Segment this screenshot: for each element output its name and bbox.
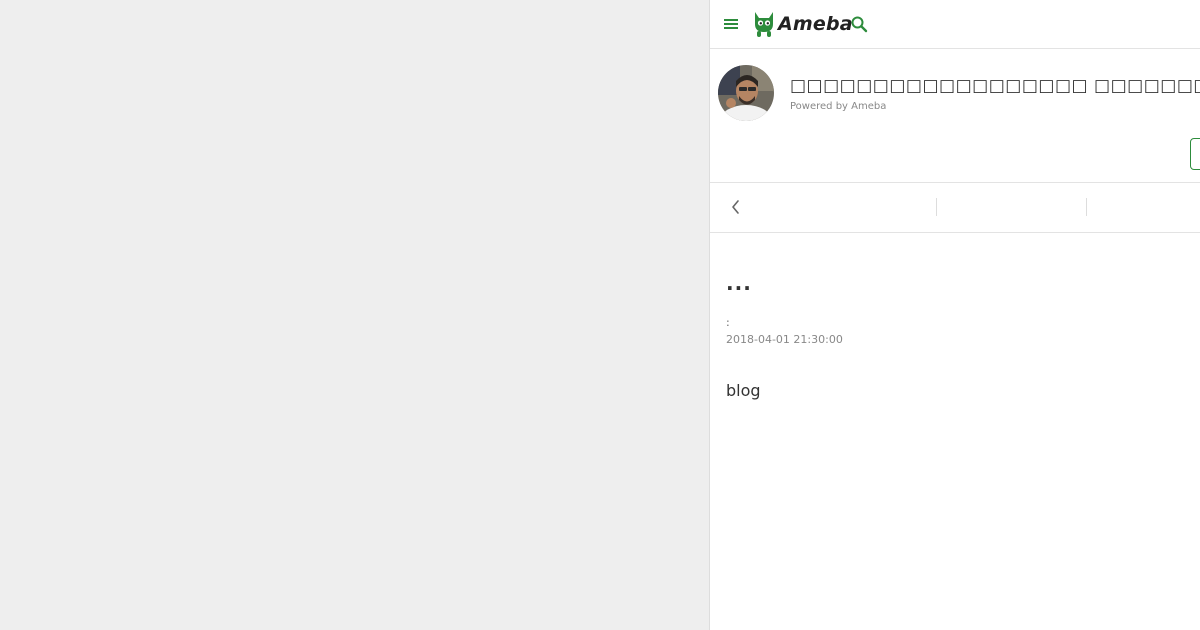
entry-date: 2018-04-01 21:30:00 [726,333,843,346]
ameba-logo[interactable]: Ameba [752,9,853,39]
entry-theme: : [726,316,730,329]
follow-button[interactable] [1190,138,1200,170]
top-header: Ameba [710,0,1200,49]
blog-title[interactable]: □□□□□□□□□□□□□□□□□□ □□□□□□□□□□□□□□ [790,76,1200,96]
entry-nav [710,183,1200,233]
logo-text: Ameba [778,13,853,35]
ameba-mascot-icon [755,12,773,37]
chevron-left-icon[interactable] [728,198,744,216]
background-area [0,0,709,630]
nav-divider [1086,198,1087,216]
blog-profile: □□□□□□□□□□□□□□□□□□ □□□□□□□□□□□□□□ Powere… [710,49,1200,183]
entry-body: blog [726,381,761,400]
blog-panel: Ameba □□□□□□□□□□□□□□□□□□ □□□□□□□ Powered… [709,0,1200,630]
search-icon[interactable] [850,15,868,33]
entry-title: ... [726,271,752,295]
nav-divider [936,198,937,216]
hamburger-menu-icon[interactable] [722,15,740,33]
avatar[interactable] [718,65,774,121]
powered-by-label: Powered by Ameba [790,101,887,112]
